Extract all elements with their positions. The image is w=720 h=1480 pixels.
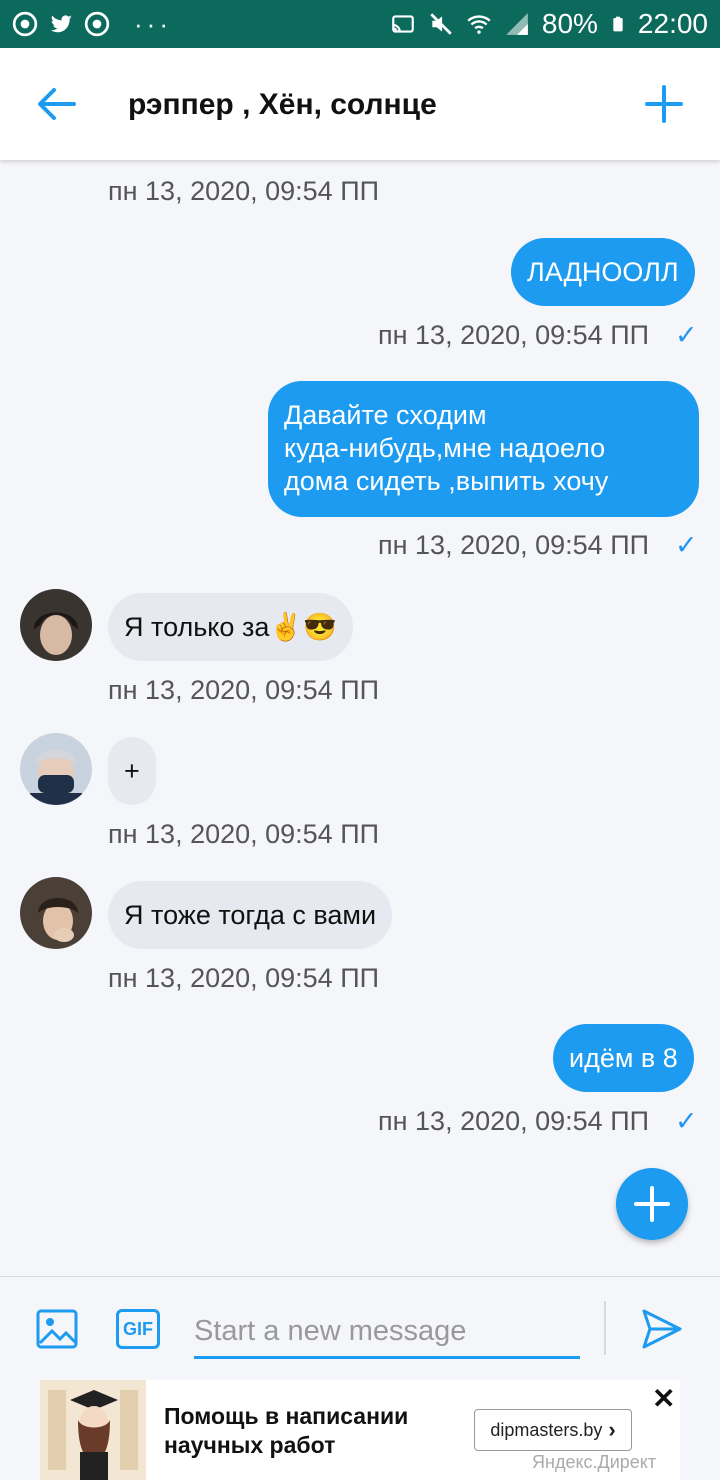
avatar-image (20, 733, 92, 805)
avatar-image (20, 877, 92, 949)
incoming-message[interactable]: + (108, 737, 156, 805)
message-timestamp: пн 13, 2020, 09:54 ПП ✓ (378, 1106, 698, 1136)
battery-percent: 80% (541, 8, 598, 39)
status-bar: ··· 80% 22:00 (0, 0, 720, 48)
outgoing-message[interactable]: ЛАДНООЛЛ (511, 238, 695, 306)
ad-source: Яндекс.Директ (532, 1452, 657, 1472)
notification-dots: ··· (134, 8, 172, 39)
ad-graduate-illustration (40, 1380, 146, 1480)
message-line: дома сидеть ,выпить хочу (284, 466, 609, 496)
ad-link-label: dipmasters.by (490, 1419, 603, 1440)
clock: 22:00 (637, 8, 708, 39)
message-input[interactable] (194, 1307, 580, 1359)
avatar[interactable] (20, 733, 92, 805)
message-timestamp: пн 13, 2020, 09:54 ПП (108, 963, 380, 993)
message-composer: GIF (0, 1276, 720, 1380)
mute-icon (430, 13, 452, 35)
ad-banner[interactable]: Помощь в написании научных работ dipmast… (40, 1380, 680, 1480)
message-line: куда-нибудь,мне надоело (284, 433, 606, 463)
read-check-icon: ✓ (675, 1106, 698, 1136)
ad-title: Помощь в написании научных работ (164, 1403, 409, 1458)
wifi-icon (467, 15, 491, 34)
outgoing-message[interactable]: Давайте сходим куда-нибудь,мне надоело д… (268, 381, 699, 517)
chevron-right-icon: › (608, 1417, 616, 1442)
avatar-image (20, 589, 92, 661)
read-check-icon: ✓ (675, 530, 698, 560)
close-icon[interactable]: ✕ (652, 1382, 675, 1415)
conversation-title[interactable]: рэппер , Хён, солнце (128, 88, 437, 122)
plus-icon (634, 1186, 670, 1222)
compose-fab-button[interactable] (616, 1168, 688, 1240)
avatar[interactable] (20, 589, 92, 661)
send-icon[interactable] (640, 1307, 684, 1351)
chat-header: рэппер , Хён, солнце (0, 48, 720, 160)
ad-image (40, 1380, 146, 1480)
incoming-message[interactable]: Я тоже тогда с вами (108, 881, 393, 949)
incoming-message[interactable]: Я только за✌😎 (108, 593, 353, 661)
message-timestamp: пн 13, 2020, 09:54 ПП (108, 819, 380, 849)
read-check-icon: ✓ (675, 320, 698, 350)
chrome-icon (84, 11, 110, 37)
avatar[interactable] (20, 877, 92, 949)
message-timestamp: пн 13, 2020, 09:54 ПП (108, 176, 380, 206)
composer-divider (604, 1301, 606, 1355)
message-line: Давайте сходим (284, 400, 487, 430)
outgoing-message[interactable]: идём в 8 (553, 1024, 694, 1092)
cast-icon (392, 15, 414, 33)
twitter-icon (50, 15, 72, 33)
gif-button[interactable]: GIF (116, 1309, 160, 1349)
signal-icon (506, 13, 528, 35)
message-timestamp: пн 13, 2020, 09:54 ПП ✓ (378, 320, 698, 350)
battery-icon (613, 16, 623, 32)
message-timestamp: пн 13, 2020, 09:54 ПП (108, 675, 380, 705)
image-icon[interactable] (36, 1309, 78, 1349)
plus-icon[interactable] (644, 84, 684, 124)
message-timestamp: пн 13, 2020, 09:54 ПП ✓ (378, 530, 698, 560)
chrome-icon (12, 11, 38, 37)
ad-link-button[interactable]: dipmasters.by › (474, 1409, 632, 1451)
arrow-left-icon[interactable] (36, 86, 76, 122)
